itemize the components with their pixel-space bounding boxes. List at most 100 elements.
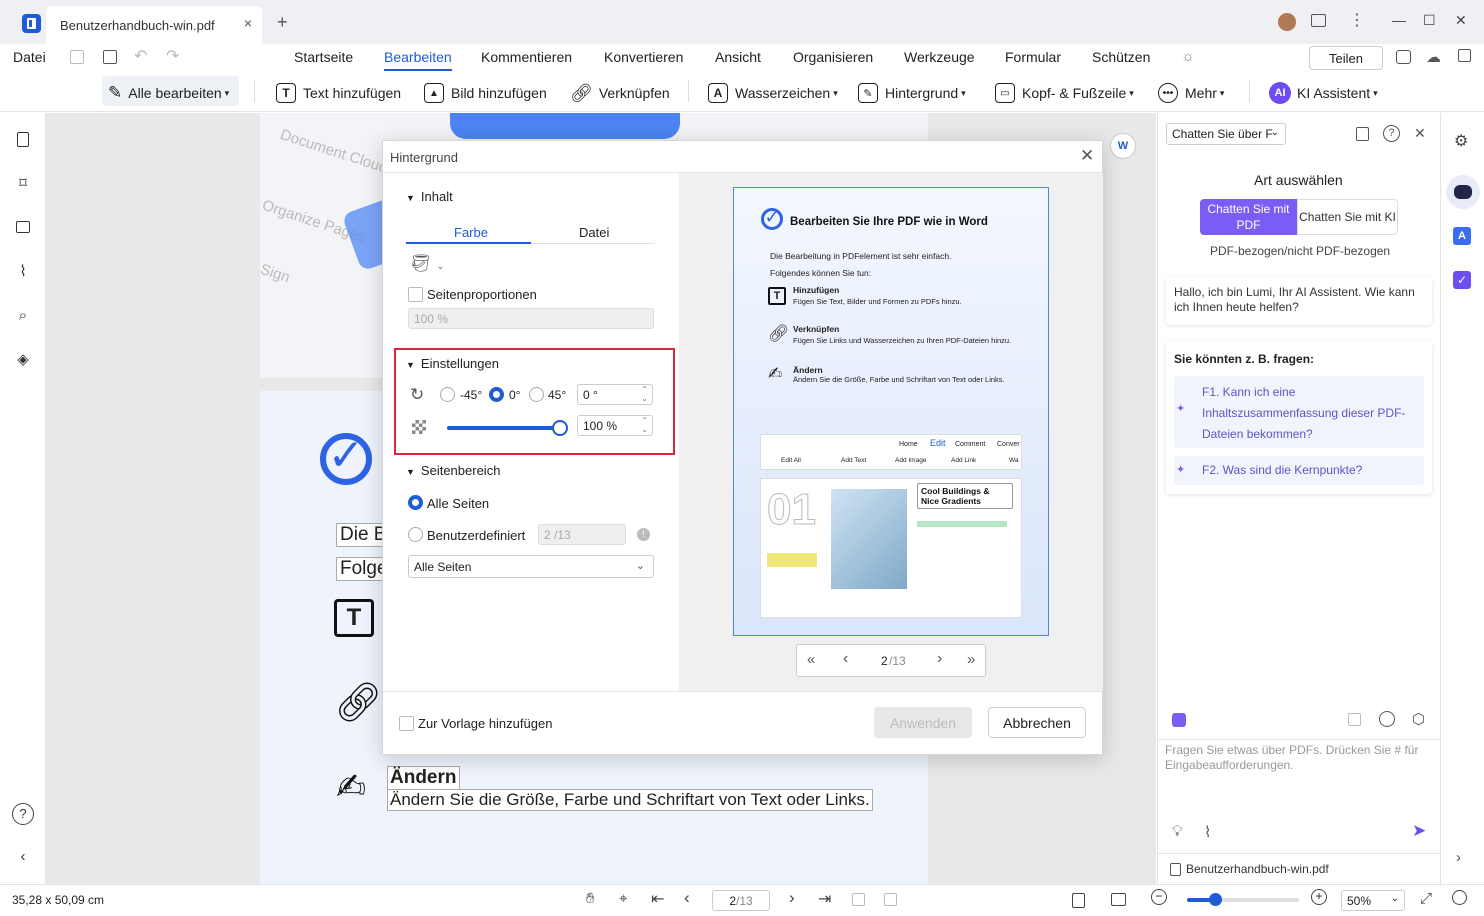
cloud-upload-icon[interactable]: ☁ <box>1426 48 1441 66</box>
fullscreen-icon[interactable]: ⤢ <box>1420 890 1432 907</box>
watermark-button[interactable]: A Wasserzeichen ▾ <box>708 80 838 106</box>
menu-werkzeuge[interactable]: Werkzeuge <box>904 49 975 65</box>
help-icon[interactable]: ? <box>12 803 34 825</box>
ai-assistant-button[interactable]: AI KI Assistent ▾ <box>1269 80 1378 106</box>
close-panel-icon[interactable]: ✕ <box>1414 125 1426 142</box>
page-ratio-field[interactable]: 100 % <box>408 308 654 329</box>
print-icon[interactable] <box>103 50 117 64</box>
document-tab[interactable]: Benutzerhandbuch-win.pdf × <box>46 6 262 44</box>
send-icon[interactable]: ➤ <box>1412 821 1426 841</box>
zoom-slider[interactable] <box>1187 893 1299 906</box>
chat-with-pdf-button[interactable]: Chatten Sie mit PDF <box>1200 199 1297 235</box>
redo-icon[interactable]: ↷ <box>166 46 179 66</box>
share-button[interactable]: Teilen <box>1309 46 1383 70</box>
translate-icon[interactable]: A <box>1453 227 1471 245</box>
summary-icon[interactable] <box>1356 127 1369 141</box>
comment-icon[interactable] <box>14 219 32 237</box>
collapse-ribbon-icon[interactable] <box>1458 49 1471 62</box>
select-tool-icon[interactable]: ⌖ <box>619 890 627 907</box>
next-page-button[interactable]: › <box>937 650 942 668</box>
suggestion-q1[interactable]: ✦ F1. Kann ich eine Inhaltszusammenfassu… <box>1174 376 1424 448</box>
pages-select[interactable]: Alle Seiten ⌄ <box>408 555 654 578</box>
zoom-out-icon[interactable]: − <box>1151 889 1167 905</box>
rotation-input[interactable]: 0 ° ⌃ ⌄ <box>577 384 653 405</box>
properties-icon[interactable]: ⚙ <box>1454 131 1468 151</box>
menu-formular[interactable]: Formular <box>1005 49 1061 65</box>
page-layout-icon[interactable] <box>1111 893 1126 906</box>
minimize-icon[interactable]: — <box>1392 12 1406 28</box>
menu-file[interactable]: Datei <box>13 49 46 65</box>
zoom-in-icon[interactable]: + <box>1311 889 1327 905</box>
word-convert-icon[interactable]: W <box>1110 133 1136 159</box>
hand-tool-icon[interactable]: ✋︎ <box>586 890 595 907</box>
fit-page-icon[interactable] <box>1072 893 1085 908</box>
more-options-icon[interactable]: ⋮ <box>1349 10 1365 30</box>
expand-panel-icon[interactable]: › <box>1456 849 1461 866</box>
lightbulb-icon[interactable]: 💡︎ <box>1172 823 1183 840</box>
last-page-button[interactable]: » <box>967 651 975 668</box>
rotation-45-radio[interactable] <box>529 387 544 402</box>
apply-button[interactable]: Anwenden <box>874 707 972 738</box>
spinner-icon[interactable]: ⌃ ⌄ <box>641 385 648 403</box>
search-icon[interactable]: ⌕ <box>14 307 32 325</box>
header-footer-button[interactable]: ▭ Kopf- & Fußzeile ▾ <box>995 80 1134 106</box>
app-logo-icon[interactable] <box>22 14 41 33</box>
menu-bearbeiten[interactable]: Bearbeiten <box>384 49 452 71</box>
avatar[interactable] <box>1278 13 1296 31</box>
attachment-icon[interactable]: ⌇ <box>1204 823 1211 841</box>
chat-input[interactable]: Fragen Sie etwas über PDFs. Drücken Sie … <box>1165 743 1433 803</box>
read-mode-icon[interactable] <box>1452 890 1467 905</box>
tab-file[interactable]: Datei <box>579 225 609 240</box>
more-button[interactable]: ••• Mehr ▾ <box>1158 80 1224 106</box>
add-template-checkbox[interactable] <box>399 716 414 731</box>
cancel-button[interactable]: Abbrechen <box>988 707 1086 738</box>
chat-with-ai-button[interactable]: Chatten Sie mit KI <box>1297 199 1398 235</box>
maximize-icon[interactable]: ☐ <box>1423 12 1436 29</box>
save-icon[interactable] <box>70 50 84 64</box>
rotate-right-icon[interactable] <box>884 893 897 906</box>
attach-doc-icon[interactable] <box>1348 713 1361 726</box>
last-page-icon[interactable]: ⇥ <box>818 889 831 909</box>
prompt-icon[interactable] <box>1172 713 1186 727</box>
feedback-icon[interactable] <box>1311 14 1326 27</box>
spinner-icon[interactable]: ⌃ ⌄ <box>641 416 648 434</box>
tab-color[interactable]: Farbe <box>454 225 488 240</box>
next-page-icon[interactable]: › <box>789 888 795 908</box>
page-ratio-checkbox[interactable] <box>408 287 423 302</box>
history-icon[interactable] <box>1379 711 1395 727</box>
zoom-slider-thumb[interactable] <box>1209 893 1222 906</box>
opacity-slider-thumb[interactable] <box>552 420 568 436</box>
help-icon[interactable]: ? <box>1383 125 1400 142</box>
close-tab-icon[interactable]: × <box>244 15 252 31</box>
menu-schuetzen[interactable]: Schützen <box>1092 49 1150 65</box>
rotation-neg45-radio[interactable] <box>440 387 455 402</box>
ai-robot-icon[interactable] <box>1446 175 1480 209</box>
layers-icon[interactable]: ◈ <box>14 351 32 369</box>
suggestion-q2[interactable]: ✦ F2. Was sind die Kernpunkte? <box>1174 456 1424 485</box>
zoom-select[interactable]: 50% ⌄ <box>1341 890 1405 911</box>
opacity-input[interactable]: 100 % ⌃ ⌄ <box>577 415 653 436</box>
custom-range-input[interactable]: 2 /13 <box>538 524 626 545</box>
page-thumbnails-icon[interactable] <box>14 131 32 149</box>
fill-color-icon[interactable]: 🪣︎ ⌄ <box>410 254 444 274</box>
link-button[interactable]: 🔗︎ Verknüpfen <box>570 80 670 106</box>
attachment-icon[interactable]: ⌇ <box>14 263 32 281</box>
undo-icon[interactable]: ↶ <box>134 46 147 66</box>
add-text-button[interactable]: T Text hinzufügen <box>276 80 401 106</box>
info-icon[interactable]: ! <box>637 528 650 541</box>
menu-ansicht[interactable]: Ansicht <box>715 49 761 65</box>
close-window-icon[interactable]: ✕ <box>1455 12 1467 29</box>
menu-organisieren[interactable]: Organisieren <box>793 49 873 65</box>
menu-kommentieren[interactable]: Kommentieren <box>481 49 572 65</box>
edit-all-tool[interactable]: ✎ Alle bearbeiten ▾ <box>108 80 229 106</box>
rotate-left-icon[interactable] <box>852 893 865 906</box>
lightbulb-icon[interactable]: ☼ <box>1181 48 1195 65</box>
org-icon[interactable] <box>1396 50 1411 64</box>
new-tab-icon[interactable]: + <box>277 12 288 33</box>
menu-startseite[interactable]: Startseite <box>294 49 353 65</box>
chat-mode-select[interactable]: Chatten Sie über F ⌄ <box>1166 123 1286 145</box>
dialog-close-icon[interactable]: ✕ <box>1080 146 1094 166</box>
prev-page-button[interactable]: ‹ <box>843 650 848 668</box>
rotation-0-radio[interactable] <box>489 387 504 402</box>
prev-page-icon[interactable]: ‹ <box>684 888 690 908</box>
